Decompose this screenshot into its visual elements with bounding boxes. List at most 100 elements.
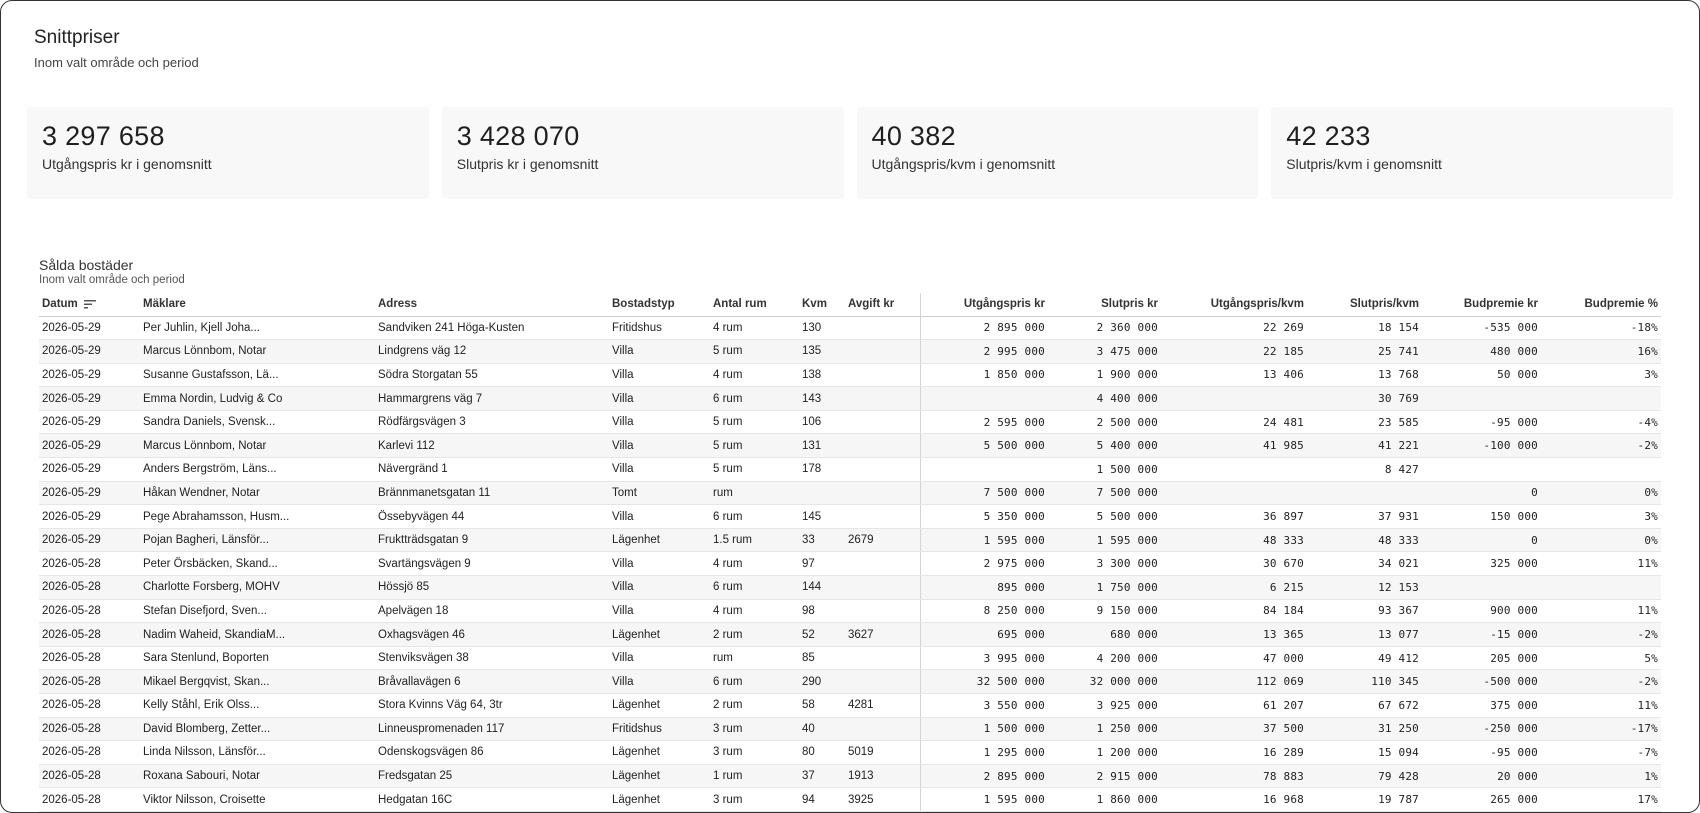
cell-asking-price xyxy=(919,386,1048,411)
cell-date: 2026-05-29 xyxy=(39,316,140,341)
cell-bid-premium-pct: -4% xyxy=(1541,410,1661,435)
column-header-rooms[interactable]: Antal rum xyxy=(710,293,799,317)
cell-rooms: 3 rum xyxy=(710,717,799,742)
cell-bid-premium-kr xyxy=(1422,457,1541,482)
cell-broker: Sara Stenlund, Boporten xyxy=(140,646,375,671)
cell-bid-premium-pct: -18% xyxy=(1541,316,1661,341)
table-row[interactable]: 2026-05-29 Pojan Bagheri, Länsför... Frukt… xyxy=(39,528,1661,553)
column-header-address[interactable]: Adress xyxy=(375,293,609,317)
table-row[interactable]: 2026-05-28 Mikael Bergqvist, Skan... Bråva… xyxy=(39,669,1661,694)
kpi-value: 42 233 xyxy=(1286,121,1371,151)
cell-sqm: 33 xyxy=(799,528,845,553)
cell-asking-price-per-sqm: 22 269 xyxy=(1161,316,1307,341)
cell-bid-premium-kr: 0 xyxy=(1422,528,1541,553)
cell-asking-price-per-sqm: 13 406 xyxy=(1161,363,1307,388)
table-row[interactable]: 2026-05-29 Pege Abrahamsson, Husm... Össeb… xyxy=(39,504,1661,529)
table-row[interactable]: 2026-05-29 Sandra Daniels, Svensk... Rödfä… xyxy=(39,410,1661,435)
cell-rooms: 6 rum xyxy=(710,386,799,411)
column-header-final-price[interactable]: Slutpris kr xyxy=(1048,293,1161,317)
cell-housing-type: Villa xyxy=(609,433,710,459)
column-header-asking-price-per-sqm[interactable]: Utgångspris/kvm xyxy=(1161,293,1307,317)
cell-final-price: 1 200 000 xyxy=(1048,740,1161,765)
cell-rooms: 4 rum xyxy=(710,551,799,577)
column-header-sqm[interactable]: Kvm xyxy=(799,293,845,317)
cell-asking-price: 8 250 000 xyxy=(919,599,1048,624)
cell-asking-price xyxy=(919,457,1048,482)
cell-broker: Emma Nordin, Ludvig & Co xyxy=(140,386,375,411)
table-row[interactable]: 2026-05-29 Anders Bergström, Läns... Näver… xyxy=(39,457,1661,482)
table-row[interactable]: 2026-05-28 Roxana Sabouri, Notar Fredsgata… xyxy=(39,764,1661,789)
kpi-label: Utgångspris kr i genomsnitt xyxy=(42,156,212,172)
column-header-housing-type[interactable]: Bostadstyp xyxy=(609,293,710,317)
cell-bid-premium-pct: -17% xyxy=(1541,717,1661,742)
cell-fee xyxy=(845,504,920,529)
table-row[interactable]: 2026-05-28 Peter Örsbäcken, Skand... Svart… xyxy=(39,551,1661,577)
sort-lines-icon[interactable] xyxy=(83,299,96,309)
table-row[interactable]: 2026-05-29 Emma Nordin, Ludvig & Co Hammar… xyxy=(39,386,1661,411)
table-row[interactable]: 2026-05-28 Charlotte Forsberg, MOHV Hössjö… xyxy=(39,575,1661,600)
cell-final-price-per-sqm: 30 769 xyxy=(1307,386,1422,411)
table-row[interactable]: 2026-05-28 Linda Nilsson, Länsför... Odens… xyxy=(39,740,1661,765)
table-row[interactable]: 2026-05-28 Nadim Waheid, SkandiaM... Oxhag… xyxy=(39,622,1661,647)
cell-asking-price-per-sqm xyxy=(1161,457,1307,482)
cell-final-price: 7 500 000 xyxy=(1048,481,1161,506)
table-row[interactable]: 2026-05-28 Kelly Ståhl, Erik Olss... Stora… xyxy=(39,693,1661,718)
table-row[interactable]: 2026-05-29 Marcus Lönnbom, Notar Karlevi 1… xyxy=(39,433,1661,459)
sold-homes-table: Datum Mäklare Adress Bostadstyp Antal ru… xyxy=(39,293,1661,812)
column-header-final-price-per-sqm[interactable]: Slutpris/kvm xyxy=(1307,293,1422,317)
cell-final-price: 3 300 000 xyxy=(1048,551,1161,577)
table-row[interactable]: 2026-05-29 Marcus Lönnbom, Notar Lindgrens… xyxy=(39,339,1661,364)
cell-bid-premium-pct xyxy=(1541,575,1661,600)
table-row[interactable]: 2026-05-29 Susanne Gustafsson, Lä... Södra… xyxy=(39,363,1661,388)
cell-address: Oxhagsvägen 46 xyxy=(375,622,609,647)
cell-housing-type: Villa xyxy=(609,551,710,577)
cell-final-price-per-sqm: 67 672 xyxy=(1307,693,1422,718)
cell-sqm: 106 xyxy=(799,410,845,435)
cell-asking-price: 3 995 000 xyxy=(919,646,1048,671)
cell-broker: Linda Nilsson, Länsför... xyxy=(140,740,375,765)
table-row[interactable]: 2026-05-28 Sara Stenlund, Boporten Stenvik… xyxy=(39,646,1661,671)
cell-final-price: 1 860 000 xyxy=(1048,787,1161,812)
cell-rooms: 5 rum xyxy=(710,457,799,482)
cell-sqm: 37 xyxy=(799,764,845,789)
cell-housing-type: Lägenhet xyxy=(609,528,710,553)
cell-final-price: 1 900 000 xyxy=(1048,363,1161,388)
table-row[interactable]: 2026-05-28 David Blomberg, Zetter... Linne… xyxy=(39,717,1661,742)
cell-asking-price: 695 000 xyxy=(919,622,1048,647)
cell-asking-price-per-sqm: 48 333 xyxy=(1161,528,1307,553)
column-header-bid-premium-kr[interactable]: Budpremie kr xyxy=(1422,293,1541,317)
table-row[interactable]: 2026-05-29 Håkan Wendner, Notar Brännmanet… xyxy=(39,481,1661,506)
cell-bid-premium-pct: 0% xyxy=(1541,528,1661,553)
cell-bid-premium-pct: 3% xyxy=(1541,363,1661,388)
cell-final-price: 2 915 000 xyxy=(1048,764,1161,789)
table-row[interactable]: 2026-05-28 Viktor Nilsson, Croisette Hedga… xyxy=(39,787,1661,812)
column-header-asking-price[interactable]: Utgångspris kr xyxy=(919,293,1048,317)
cell-asking-price-per-sqm: 61 207 xyxy=(1161,693,1307,718)
cell-address: Sandviken 241 Höga-Kusten xyxy=(375,316,609,341)
column-header-bid-premium-pct[interactable]: Budpremie % xyxy=(1541,293,1661,317)
cell-bid-premium-pct: 11% xyxy=(1541,551,1661,577)
cell-final-price: 32 000 000 xyxy=(1048,669,1161,694)
cell-address: Fredsgatan 25 xyxy=(375,764,609,789)
column-header-broker[interactable]: Mäklare xyxy=(140,293,375,317)
cell-bid-premium-kr: -95 000 xyxy=(1422,740,1541,765)
table-row[interactable]: 2026-05-29 Per Juhlin, Kjell Joha... Sandv… xyxy=(39,316,1661,341)
cell-broker: Susanne Gustafsson, Lä... xyxy=(140,363,375,388)
cell-rooms: 4 rum xyxy=(710,363,799,388)
cell-address: Hammargrens väg 7 xyxy=(375,386,609,411)
cell-final-price-per-sqm: 49 412 xyxy=(1307,646,1422,671)
cell-asking-price-per-sqm: 112 069 xyxy=(1161,669,1307,694)
cell-fee xyxy=(845,410,920,435)
cell-rooms: 6 rum xyxy=(710,575,799,600)
cell-bid-premium-kr xyxy=(1422,575,1541,600)
cell-fee xyxy=(845,433,920,459)
cell-rooms: 4 rum xyxy=(710,599,799,624)
cell-address: Össebyvägen 44 xyxy=(375,504,609,529)
cell-rooms: 5 rum xyxy=(710,410,799,435)
cell-bid-premium-pct: 17% xyxy=(1541,787,1661,812)
column-header-fee[interactable]: Avgift kr xyxy=(845,293,920,317)
cell-fee xyxy=(845,669,920,694)
cell-broker: Sandra Daniels, Svensk... xyxy=(140,410,375,435)
table-row[interactable]: 2026-05-28 Stefan Disefjord, Sven... Apelv… xyxy=(39,599,1661,624)
column-header-date[interactable]: Datum xyxy=(39,293,140,317)
